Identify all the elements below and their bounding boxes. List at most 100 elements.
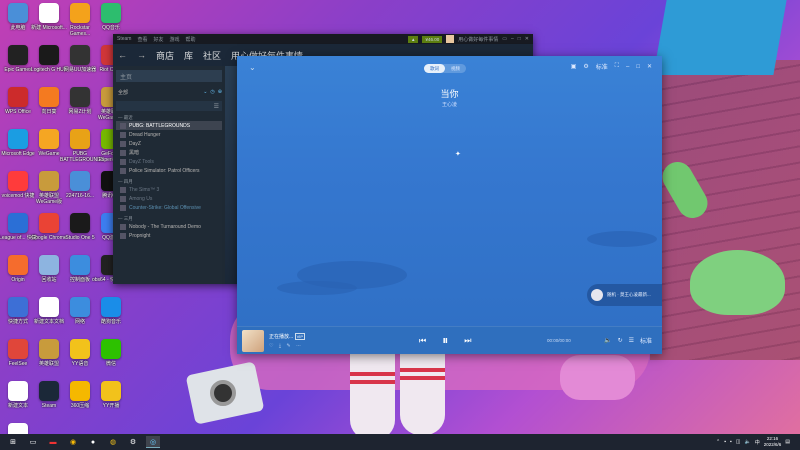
steam-minimize-icon[interactable]: ▭ bbox=[502, 36, 507, 42]
nav-store[interactable]: 商店 bbox=[156, 49, 174, 62]
music-player-window[interactable]: ⌄ 歌词 视频 ▣ ⚙ 标准 ⛶ – □ ✕ 当你 王心凌 ✦ 随机 · 莫王心… bbox=[237, 56, 662, 354]
network-icon[interactable]: ◫ bbox=[736, 439, 741, 445]
game-icon bbox=[120, 195, 126, 202]
volume-tray-icon[interactable]: 🔈 bbox=[744, 439, 750, 445]
library-game-item[interactable]: 黑暗 bbox=[116, 148, 222, 157]
voicemod-icon bbox=[8, 171, 28, 191]
quality-badge[interactable]: 标准 bbox=[640, 336, 652, 345]
taskbar-app-icon[interactable]: ▬ bbox=[46, 436, 60, 448]
steam-close-button[interactable]: ✕ bbox=[525, 36, 529, 42]
minimize-button[interactable]: – bbox=[626, 64, 629, 70]
library-home-button[interactable]: 主页 bbox=[116, 70, 222, 82]
windows-start-icon[interactable]: ⊞ bbox=[6, 436, 20, 448]
steam-menu-games[interactable]: 游戏 bbox=[169, 36, 179, 43]
comment-icon[interactable]: ✎ bbox=[286, 343, 292, 349]
taskbar-obs-icon[interactable]: ● bbox=[86, 436, 100, 448]
steam-menu-friends[interactable]: 好友 bbox=[153, 36, 163, 43]
steam-avatar[interactable] bbox=[446, 35, 455, 43]
library-game-item[interactable]: Counter-Strike: Global Offensive bbox=[116, 203, 222, 212]
pause-icon[interactable]: ⏸ bbox=[442, 333, 448, 348]
download-icon[interactable]: ⤓ bbox=[279, 343, 283, 349]
edge-icon bbox=[8, 129, 28, 149]
tab-lyrics[interactable]: 歌词 bbox=[424, 64, 445, 73]
steam-maximize-button[interactable]: □ bbox=[518, 36, 521, 42]
game-icon bbox=[120, 122, 126, 129]
tray-app-icon[interactable]: ▪ bbox=[724, 439, 726, 445]
desktop-icon[interactable]: Rockstar Games... bbox=[64, 3, 96, 37]
toast-text: 随机 · 莫王心凌最新... bbox=[607, 292, 651, 297]
like-icon[interactable]: ♡ bbox=[269, 343, 275, 349]
library-search-bar[interactable]: ☰ bbox=[116, 101, 222, 111]
toast-avatar bbox=[591, 289, 603, 301]
skin-icon[interactable]: ▣ bbox=[571, 63, 577, 70]
steam-menu-help[interactable]: 帮助 bbox=[186, 36, 196, 43]
settings-icon[interactable]: ⚙ bbox=[583, 63, 588, 70]
taskbar-steam-icon[interactable]: ⚙ bbox=[126, 436, 140, 448]
game-icon bbox=[120, 232, 126, 239]
clock-icon[interactable]: ◷ bbox=[210, 89, 214, 95]
steam-wallet-button[interactable]: ¥46.00 bbox=[422, 35, 443, 43]
playlist-icon[interactable]: ☰ bbox=[629, 337, 634, 344]
quality-label[interactable]: 标准 bbox=[596, 62, 608, 71]
song-artist[interactable]: 王心凌 bbox=[237, 101, 662, 109]
library-filter-dropdown[interactable]: 全部 ⌄ ◷ ⊕ bbox=[116, 86, 222, 98]
library-game-item[interactable]: Dread Hunger bbox=[116, 130, 222, 139]
volume-icon[interactable]: 🔈 bbox=[604, 337, 611, 344]
collapse-chevron-icon[interactable]: ⌄ bbox=[249, 63, 256, 72]
player-toast[interactable]: 随机 · 莫王心凌最新... bbox=[587, 284, 662, 306]
wallpaper-mushroom bbox=[690, 250, 785, 315]
taskbar-clock[interactable]: 22:16 2022/6/6 bbox=[764, 436, 782, 448]
image-icon bbox=[70, 171, 90, 191]
desktop-icon[interactable]: QQ音乐 bbox=[95, 3, 127, 31]
filter-sliders-icon[interactable]: ☰ bbox=[214, 103, 219, 110]
chevron-down-icon[interactable]: ⌄ bbox=[203, 89, 207, 95]
kugou-icon bbox=[101, 297, 121, 317]
steam-menu-view[interactable]: 查看 bbox=[137, 36, 147, 43]
more-icon[interactable]: ⋯ bbox=[296, 343, 303, 349]
text-file2-icon bbox=[8, 381, 28, 401]
library-game-item[interactable]: Among Us bbox=[116, 194, 222, 203]
library-filter-label: 全部 bbox=[118, 89, 129, 96]
desktop-icon[interactable]: YY开播 bbox=[95, 381, 127, 409]
wallpaper-stripe bbox=[400, 368, 445, 372]
previous-track-icon[interactable]: ⏮ bbox=[419, 336, 426, 346]
steam-minimize-button[interactable]: – bbox=[511, 36, 514, 42]
library-game-item[interactable]: Nobody - The Turnaround Demo bbox=[116, 222, 222, 231]
next-track-icon[interactable]: ⏭ bbox=[464, 336, 471, 346]
taskbar-music-icon[interactable]: ◎ bbox=[146, 436, 160, 448]
desktop-icon[interactable]: 英雄联盟 WeGame版 bbox=[33, 171, 65, 205]
yy-live-icon bbox=[101, 381, 121, 401]
taskbar-yy-icon[interactable]: ◍ bbox=[106, 436, 120, 448]
library-game-item[interactable]: DayZ Tools bbox=[116, 157, 222, 166]
tab-video[interactable]: 视频 bbox=[445, 64, 466, 73]
fullscreen-icon[interactable]: ⛶ bbox=[615, 63, 619, 70]
tray-app2-icon[interactable]: ▪ bbox=[730, 439, 732, 445]
steam-username[interactable]: 用心做好每件事情 bbox=[458, 36, 498, 43]
steam-announce-button[interactable]: ▲ bbox=[408, 35, 419, 43]
library-game-item[interactable]: DayZ bbox=[116, 139, 222, 148]
loop-icon[interactable]: ↻ bbox=[618, 337, 623, 344]
notification-icon[interactable]: ▤ bbox=[785, 439, 790, 445]
taskbar-chrome-icon[interactable]: ◉ bbox=[66, 436, 80, 448]
origin-icon bbox=[8, 255, 28, 275]
task-view-icon[interactable]: ▭ bbox=[26, 436, 40, 448]
feelsee-icon bbox=[8, 339, 28, 359]
library-game-item[interactable]: The Sims™ 3 bbox=[116, 185, 222, 194]
system-tray: ⌃ ▪ ▪ ◫ 🔈 中 22:16 2022/6/6 ▤ bbox=[716, 436, 800, 448]
back-arrow-icon[interactable]: ← bbox=[118, 50, 127, 60]
maximize-button[interactable]: □ bbox=[636, 64, 640, 70]
library-game-item[interactable]: Police Simulator: Patrol Officers bbox=[116, 166, 222, 175]
album-cover[interactable] bbox=[242, 329, 264, 352]
close-button[interactable]: ✕ bbox=[647, 63, 652, 70]
desktop-icon[interactable]: 酷狗音乐 bbox=[95, 297, 127, 325]
desktop-icon[interactable]: 微信 bbox=[95, 339, 127, 367]
input-language[interactable]: 中 bbox=[755, 439, 760, 446]
play-filter-icon[interactable]: ⊕ bbox=[218, 89, 222, 95]
forward-arrow-icon[interactable]: → bbox=[137, 50, 146, 60]
tray-expand-icon[interactable]: ⌃ bbox=[716, 439, 720, 445]
nav-library[interactable]: 库 bbox=[184, 49, 193, 62]
steam-menu-steam[interactable]: Steam bbox=[117, 36, 131, 42]
nav-community[interactable]: 社区 bbox=[203, 49, 221, 62]
library-game-item[interactable]: Propnight bbox=[116, 231, 222, 240]
library-game-item[interactable]: PUBG: BATTLEGROUNDS bbox=[116, 121, 222, 130]
